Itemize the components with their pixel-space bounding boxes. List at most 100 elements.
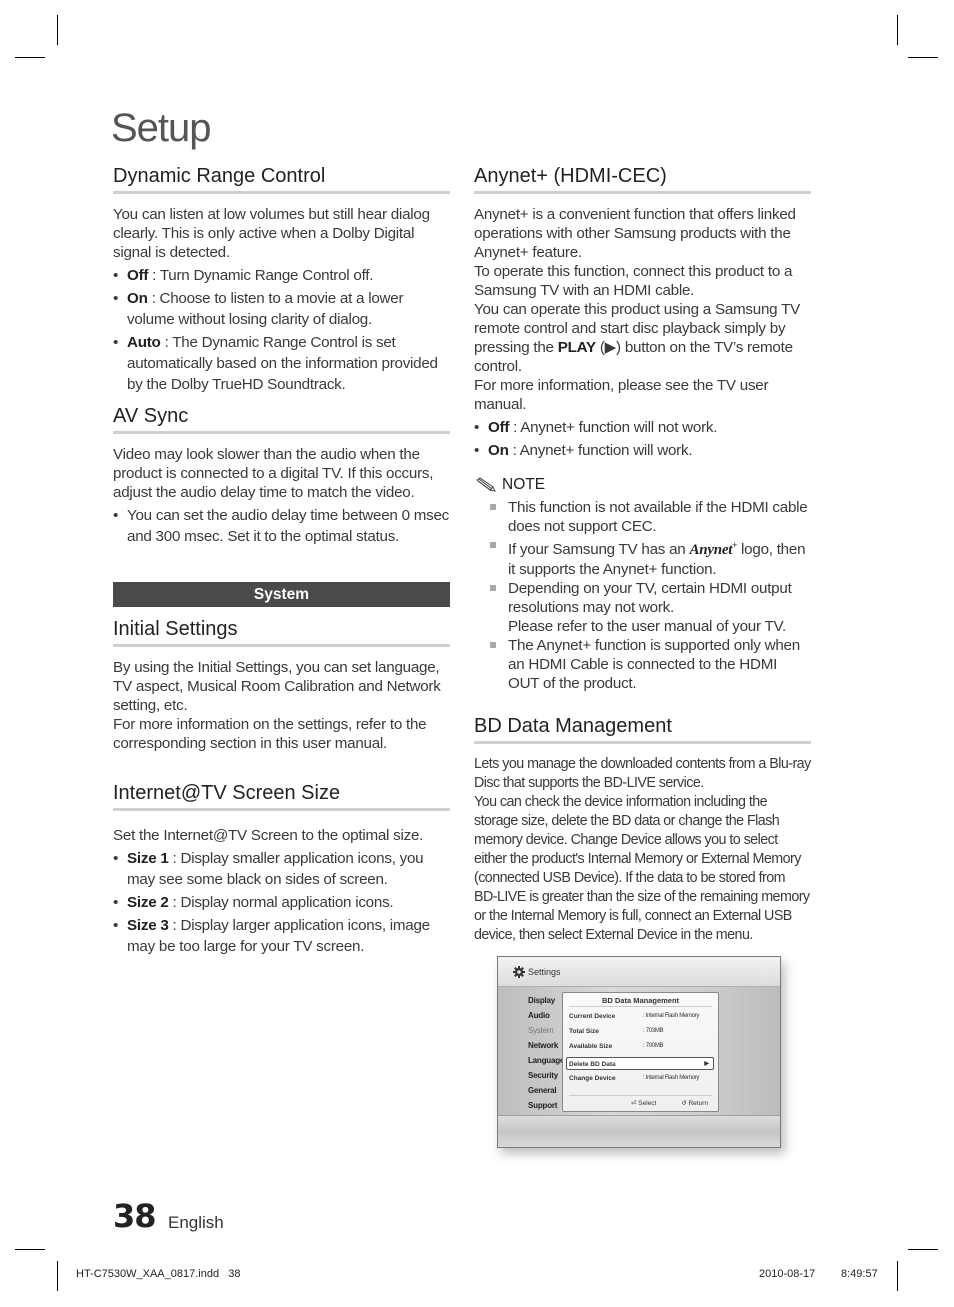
bullet-item: • Auto : The Dynamic Range Control is set…	[113, 334, 438, 393]
anynet-logo: Anynet+	[689, 540, 738, 558]
paragraph: You can operate this product using a Sam…	[474, 300, 811, 376]
anynet-logo-text: Anynet	[689, 542, 733, 558]
bullet-list: • Size 1 : Display smaller application ic…	[113, 848, 450, 957]
bullet-term: On	[127, 290, 148, 307]
crop-mark	[897, 15, 898, 45]
menu-item-general[interactable]: General	[528, 1083, 562, 1098]
settings-footer-area	[498, 1115, 780, 1147]
bullet-list: • Off : Turn Dynamic Range Control off. •…	[113, 265, 450, 395]
dialog-row-delete-bd-data[interactable]: Delete BD Data ▶	[566, 1057, 714, 1070]
settings-title-text: Settings	[528, 967, 561, 977]
bd-data-management-dialog: BD Data Management Current Device : Inte…	[562, 992, 719, 1112]
bullet-term: Off	[127, 267, 149, 284]
section-heading: Anynet+ (HDMI-CEC)	[474, 165, 811, 194]
slug-date: 2010-08-17	[759, 1268, 816, 1280]
paragraph: Lets you manage the downloaded contents …	[474, 756, 811, 791]
row-label: Delete BD Data	[569, 1061, 616, 1068]
bullet-item: • Size 2 : Display normal application ico…	[113, 894, 394, 911]
section-heading: BD Data Management	[474, 715, 811, 744]
bullet-text: : Anynet+ function will work.	[508, 442, 693, 459]
row-label: Available Size	[569, 1043, 613, 1050]
menu-item-display[interactable]: Display	[528, 993, 562, 1008]
menu-item-system[interactable]: System	[528, 1023, 562, 1038]
section-dynamic-range-control: Dynamic Range Control You can listen at …	[113, 165, 450, 395]
row-value: : Internal Flash Memory	[643, 1013, 700, 1019]
slug-time: 8:49:57	[841, 1268, 878, 1280]
bullet-term: Size 1	[127, 850, 169, 867]
crop-mark	[57, 15, 58, 45]
dialog-row-change-device[interactable]: Change Device : Internal Flash Memory	[569, 1072, 714, 1085]
paragraph: To operate this function, connect this p…	[474, 263, 793, 299]
section-heading: Dynamic Range Control	[113, 165, 450, 194]
note-label: NOTE	[502, 476, 546, 493]
section-intro: You can listen at low volumes but still …	[113, 206, 430, 261]
paragraph: You can check the device information inc…	[474, 794, 810, 943]
note-item: Depending on your TV, certain HDMI outpu…	[474, 579, 811, 636]
section-intro: Video may look slower than the audio whe…	[113, 446, 434, 501]
return-button[interactable]: ↺ Return	[681, 1099, 708, 1107]
note-text: This function is not available if the HD…	[508, 499, 808, 535]
crop-mark	[908, 1249, 938, 1250]
row-label: Change Device	[569, 1075, 616, 1082]
note-heading: NOTE	[474, 476, 811, 494]
paragraph: For more information, please see the TV …	[474, 377, 769, 413]
bullet-term: Size 3	[127, 917, 169, 934]
arrow-right-icon: ▶	[704, 1061, 709, 1067]
section-anynet: Anynet+ (HDMI-CEC) Anynet+ is a convenie…	[474, 165, 811, 693]
crop-mark	[15, 1249, 45, 1250]
square-bullet-icon	[490, 504, 496, 510]
pencil-note-icon	[476, 477, 496, 492]
section-intro-2: For more information on the settings, re…	[113, 716, 427, 752]
crop-mark	[897, 1261, 898, 1291]
settings-menu: Display Audio System Network Language Se…	[528, 993, 562, 1113]
bullet-text: : Display larger application icons, imag…	[127, 917, 430, 955]
bullet-text: : Display smaller application icons, you…	[127, 850, 424, 888]
menu-item-audio[interactable]: Audio	[528, 1008, 562, 1023]
note-text: Please refer to the user manual of your …	[508, 618, 786, 635]
menu-item-network[interactable]: Network	[528, 1038, 562, 1053]
slug-filename: HT-C7530W_XAA_0817.indd 38	[76, 1268, 241, 1280]
row-value: : 700MB	[643, 1043, 664, 1049]
return-icon: ↺	[681, 1100, 687, 1107]
square-bullet-icon	[490, 642, 496, 648]
note-text: If your Samsung TV has an	[508, 541, 690, 558]
section-initial-settings: Initial Settings By using the Initial Se…	[113, 618, 450, 753]
section-intro: By using the Initial Settings, you can s…	[113, 659, 441, 714]
bullet-item: • Size 3 : Display larger application ico…	[113, 917, 430, 955]
square-bullet-icon	[490, 542, 496, 548]
settings-screen-screenshot: Settings Display Audio System Network La…	[497, 956, 781, 1148]
menu-item-security[interactable]: Security	[528, 1068, 562, 1083]
menu-item-support[interactable]: Support	[528, 1098, 562, 1113]
bullet-text: : Display normal application icons.	[168, 894, 394, 911]
page-title: Setup	[111, 106, 212, 150]
return-label: Return	[688, 1100, 708, 1107]
bullet-text: You can set the audio delay time between…	[127, 507, 450, 545]
row-label: Total Size	[569, 1028, 599, 1035]
dialog-row-total-size: Total Size : 703MB	[569, 1025, 714, 1038]
dialog-row-current-device: Current Device : Internal Flash Memory	[569, 1010, 714, 1023]
bullet-item: • On : Choose to listen to a movie at a l…	[113, 290, 404, 328]
bullet-text: : Anynet+ function will not work.	[509, 419, 718, 436]
crop-mark	[57, 1261, 58, 1291]
note-item: This function is not available if the HD…	[474, 498, 811, 536]
menu-item-language[interactable]: Language	[528, 1053, 562, 1068]
bullet-term: Auto	[127, 334, 161, 351]
bullet-item: • You can set the audio delay time betwee…	[113, 507, 450, 545]
bullet-text: : Choose to listen to a movie at a lower…	[127, 290, 404, 328]
note-text: The Anynet+ function is supported only w…	[508, 637, 800, 692]
section-heading: Initial Settings	[113, 618, 450, 647]
bullet-text: : Turn Dynamic Range Control off.	[148, 267, 374, 284]
settings-body: Display Audio System Network Language Se…	[498, 987, 780, 1115]
bullet-list: • You can set the audio delay time betwee…	[113, 505, 450, 547]
bullet-term: On	[488, 442, 509, 459]
bullet-text: : The Dynamic Range Control is set autom…	[127, 334, 438, 393]
enter-icon: ⏎	[631, 1100, 637, 1107]
select-label: Select	[638, 1100, 657, 1107]
note-item: If your Samsung TV has an Anynet+ logo, …	[474, 536, 811, 579]
dialog-footer: ⏎ Select ↺ Return	[569, 1095, 712, 1109]
row-value: : 703MB	[643, 1028, 664, 1034]
bullet-term: Off	[488, 419, 510, 436]
section-bd-data-management: BD Data Management Lets you manage the d…	[474, 715, 811, 945]
select-button[interactable]: ⏎ Select	[631, 1099, 656, 1107]
play-button-label: PLAY	[557, 339, 596, 356]
